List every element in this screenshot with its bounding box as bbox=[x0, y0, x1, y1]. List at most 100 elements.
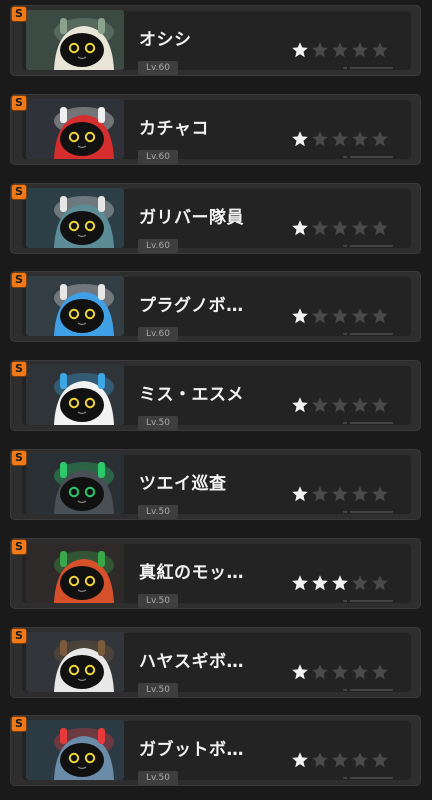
star-rating bbox=[291, 219, 389, 237]
rank-badge-s-icon: S bbox=[12, 273, 26, 288]
star-empty-icon bbox=[351, 396, 369, 414]
star-empty-icon bbox=[351, 307, 369, 325]
star-filled-icon bbox=[291, 663, 309, 681]
shard-progress-bar bbox=[343, 332, 393, 336]
character-name: カチャコ bbox=[139, 118, 209, 139]
star-filled-icon bbox=[291, 751, 309, 769]
level-badge: Lv.60 bbox=[138, 238, 178, 253]
robot-aviator-portrait bbox=[26, 631, 124, 692]
star-empty-icon bbox=[371, 751, 389, 769]
star-rating bbox=[291, 307, 389, 325]
level-badge: Lv.50 bbox=[138, 416, 178, 431]
star-empty-icon bbox=[311, 396, 329, 414]
robot-lion-portrait bbox=[26, 10, 124, 70]
robot-red-cap-portrait bbox=[26, 98, 124, 159]
star-empty-icon bbox=[311, 663, 329, 681]
shard-progress-bar bbox=[343, 599, 393, 603]
rank-badge-s-icon: S bbox=[12, 95, 26, 110]
star-rating bbox=[291, 485, 389, 503]
rank-badge-s-icon: S bbox=[12, 451, 26, 465]
level-badge: Lv.60 bbox=[138, 61, 178, 75]
character-card-6[interactable]: S ツエイ巡査 Lv.50 bbox=[10, 449, 421, 520]
rank-badge-s-icon: S bbox=[12, 7, 26, 21]
shard-progress-bar bbox=[343, 244, 393, 248]
star-empty-icon bbox=[351, 574, 369, 592]
character-name: ハヤスギボ… bbox=[139, 651, 244, 672]
star-filled-icon bbox=[291, 396, 309, 414]
star-empty-icon bbox=[371, 574, 389, 592]
character-name: ツエイ巡査 bbox=[139, 474, 227, 494]
star-empty-icon bbox=[311, 485, 329, 503]
level-badge: Lv.50 bbox=[138, 682, 178, 697]
star-rating bbox=[291, 663, 389, 681]
character-name: ミス・エスメ bbox=[139, 385, 244, 406]
shard-progress-bar bbox=[343, 510, 393, 514]
star-empty-icon bbox=[311, 307, 329, 325]
character-card-7[interactable]: S 真紅のモッ… Lv.50 bbox=[10, 537, 421, 609]
star-empty-icon bbox=[351, 130, 369, 148]
star-empty-icon bbox=[351, 751, 369, 769]
star-filled-icon bbox=[291, 307, 309, 325]
star-rating bbox=[291, 396, 389, 414]
character-card-4[interactable]: S プラグノボ… Lv.60 bbox=[10, 271, 421, 343]
star-rating bbox=[291, 751, 389, 769]
star-rating bbox=[291, 130, 389, 148]
shard-progress-bar bbox=[343, 421, 393, 425]
star-empty-icon bbox=[331, 307, 349, 325]
character-card-5[interactable]: S ミス・エスメ Lv.50 bbox=[10, 360, 421, 432]
level-badge: Lv.50 bbox=[138, 593, 178, 608]
star-empty-icon bbox=[311, 130, 329, 148]
star-empty-icon bbox=[331, 751, 349, 769]
character-name: 真紅のモッ… bbox=[139, 562, 244, 583]
star-empty-icon bbox=[331, 41, 349, 59]
star-empty-icon bbox=[331, 663, 349, 681]
rank-badge-s-icon: S bbox=[12, 628, 26, 643]
star-filled-icon bbox=[291, 130, 309, 148]
robot-shark-portrait bbox=[26, 720, 124, 781]
character-name: プラグノボ… bbox=[139, 296, 244, 317]
character-card-1[interactable]: S オシシ Lv.60 bbox=[10, 5, 421, 76]
rank-badge-s-icon: S bbox=[12, 539, 26, 554]
robot-panda-portrait bbox=[26, 365, 124, 426]
star-empty-icon bbox=[371, 219, 389, 237]
robot-blue-plug-portrait bbox=[26, 276, 124, 337]
shard-progress-bar bbox=[343, 688, 393, 692]
shard-progress-bar bbox=[343, 66, 393, 70]
rank-badge-s-icon: S bbox=[12, 717, 26, 732]
level-badge: Lv.60 bbox=[138, 149, 178, 164]
star-empty-icon bbox=[371, 396, 389, 414]
shard-progress-bar bbox=[343, 155, 393, 159]
rank-badge-s-icon: S bbox=[12, 362, 26, 377]
character-card-9[interactable]: S ガブットボ… Lv.50 bbox=[10, 715, 421, 787]
star-empty-icon bbox=[331, 130, 349, 148]
star-empty-icon bbox=[351, 485, 369, 503]
robot-red-pig-portrait bbox=[26, 542, 124, 603]
character-list: S オシシ Lv.60 S カチャコ Lv.60 S ガリバー隊員 Lv.60 … bbox=[0, 0, 432, 800]
star-empty-icon bbox=[351, 41, 369, 59]
character-card-3[interactable]: S ガリバー隊員 Lv.60 bbox=[10, 182, 421, 254]
robot-rabbit-officer-portrait bbox=[26, 454, 124, 514]
star-empty-icon bbox=[311, 751, 329, 769]
star-empty-icon bbox=[331, 396, 349, 414]
character-card-2[interactable]: S カチャコ Lv.60 bbox=[10, 93, 421, 165]
star-filled-icon bbox=[331, 574, 349, 592]
star-empty-icon bbox=[311, 41, 329, 59]
star-rating bbox=[291, 574, 389, 592]
character-name: ガリバー隊員 bbox=[139, 207, 244, 228]
star-empty-icon bbox=[351, 663, 369, 681]
level-badge: Lv.60 bbox=[138, 327, 178, 342]
level-badge: Lv.50 bbox=[138, 505, 178, 519]
star-filled-icon bbox=[291, 219, 309, 237]
rank-badge-s-icon: S bbox=[12, 184, 26, 199]
character-card-8[interactable]: S ハヤスギボ… Lv.50 bbox=[10, 626, 421, 698]
character-name: ガブットボ… bbox=[139, 740, 244, 761]
star-filled-icon bbox=[291, 41, 309, 59]
star-empty-icon bbox=[311, 219, 329, 237]
robot-bunny-soldier-portrait bbox=[26, 187, 124, 248]
star-rating bbox=[291, 41, 389, 59]
shard-progress-bar bbox=[343, 776, 393, 780]
star-filled-icon bbox=[291, 485, 309, 503]
star-empty-icon bbox=[351, 219, 369, 237]
star-empty-icon bbox=[371, 485, 389, 503]
star-empty-icon bbox=[331, 219, 349, 237]
